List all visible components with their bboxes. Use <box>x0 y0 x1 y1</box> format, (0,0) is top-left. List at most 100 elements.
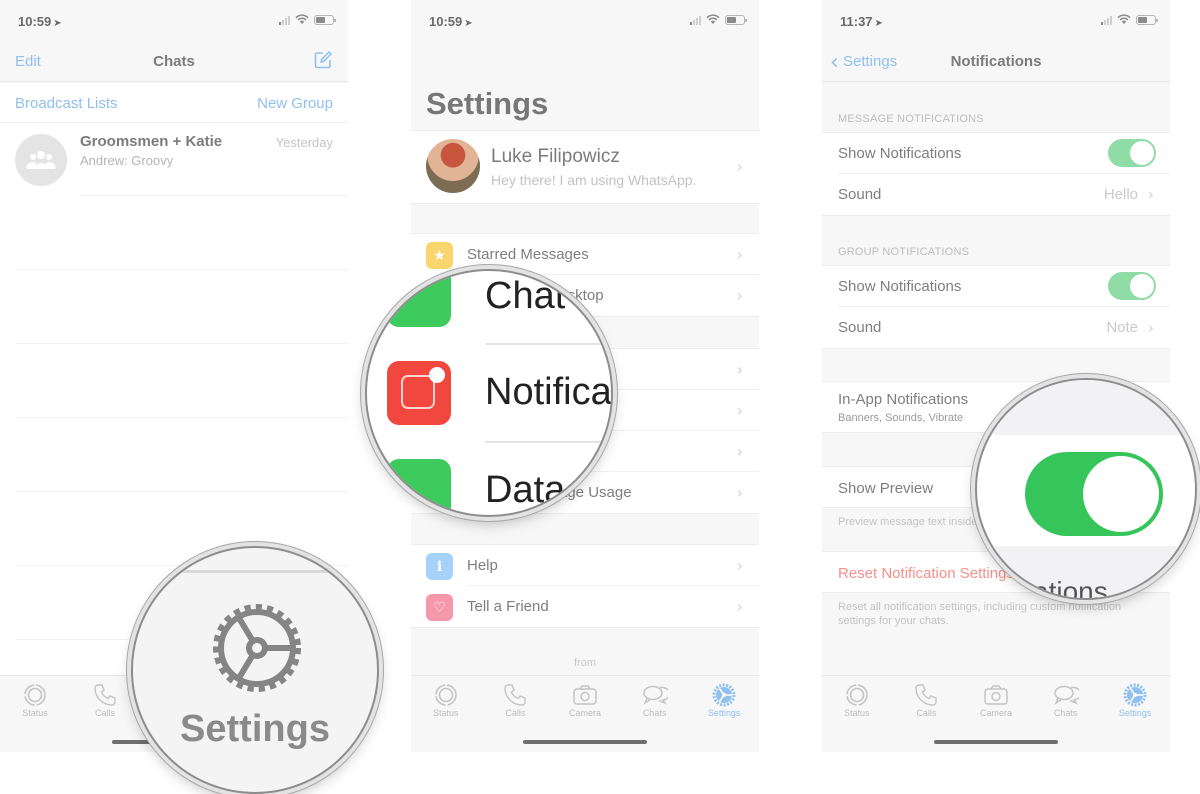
chat-row[interactable]: Groomsmen + Katie Andrew: Groovy Yesterd… <box>0 123 348 196</box>
tab-calls[interactable]: Calls <box>485 682 545 718</box>
sound-value: Hello <box>1103 186 1138 203</box>
wifi-icon <box>1117 14 1131 24</box>
group-avatar <box>15 134 67 186</box>
chevron-right-icon: › <box>1147 185 1154 204</box>
chat-preview: Andrew: Groovy <box>80 153 174 168</box>
calls-icon <box>504 684 527 706</box>
signal-icon <box>690 15 701 25</box>
status-icon <box>434 684 457 706</box>
settings-item-tell-friend[interactable]: ♡ Tell a Friend › <box>411 586 759 627</box>
page-title: Settings <box>426 86 549 121</box>
broadcast-lists-link[interactable]: Broadcast Lists <box>15 95 118 112</box>
group-show-notifications-row: Show Notifications <box>822 266 1170 307</box>
signal-icon <box>279 15 290 25</box>
tab-calls[interactable]: Calls <box>75 682 135 718</box>
status-bar: 10:59 ➤ <box>411 0 759 40</box>
section-header: GROUP NOTIFICATIONS <box>838 246 970 258</box>
magnifier-notifications-item: Chat Notifica Data <box>365 269 613 517</box>
settings-item-starred[interactable]: ★ Starred Messages › <box>411 234 759 275</box>
tab-settings[interactable]: Settings <box>1105 682 1165 718</box>
wifi-icon <box>295 14 309 24</box>
message-show-notifications-toggle[interactable] <box>1108 139 1156 167</box>
chevron-right-icon: › <box>736 597 743 616</box>
empty-row <box>15 270 348 344</box>
group-notifications-group: Show Notifications Sound Note › <box>822 265 1170 349</box>
tab-bar: Status Calls Camera Chats Settings <box>822 675 1170 752</box>
settings-group-3: i Help › ♡ Tell a Friend › <box>411 544 759 628</box>
chevron-right-icon: › <box>736 245 743 264</box>
settings-item-help[interactable]: i Help › <box>411 545 759 586</box>
avatar <box>426 139 480 193</box>
compose-button[interactable] <box>313 50 333 75</box>
battery-icon <box>1136 14 1158 25</box>
tab-settings[interactable]: Settings <box>694 682 754 718</box>
notification-icon <box>387 361 451 425</box>
battery-icon <box>314 14 336 25</box>
settings-icon <box>213 604 301 692</box>
chevron-right-icon: › <box>736 286 743 305</box>
tab-camera[interactable]: Camera <box>966 682 1026 718</box>
tab-calls[interactable]: Calls <box>896 682 956 718</box>
nav-bar: ‹ Settings Notifications <box>822 40 1170 82</box>
tab-status[interactable]: Status <box>5 682 65 718</box>
section-header: MESSAGE NOTIFICATIONS <box>838 113 984 125</box>
tab-status[interactable]: Status <box>827 682 887 718</box>
chevron-right-icon: › <box>736 401 743 420</box>
empty-row <box>15 418 348 492</box>
new-group-link[interactable]: New Group <box>257 95 333 112</box>
tab-chats[interactable]: Chats <box>1036 682 1096 718</box>
message-sound-row[interactable]: Sound Hello › <box>822 174 1170 215</box>
status-time: 11:37 <box>840 14 873 29</box>
sound-value: Note <box>1106 319 1138 336</box>
status-icon <box>24 684 46 706</box>
page-title: Notifications <box>950 53 1042 70</box>
message-notifications-group: Show Notifications Sound Hello › <box>822 132 1170 216</box>
compose-icon <box>314 50 333 69</box>
signal-icon <box>1101 15 1112 25</box>
tab-camera[interactable]: Camera <box>555 682 615 718</box>
location-icon: ➤ <box>53 18 62 29</box>
chevron-right-icon: › <box>736 360 743 379</box>
calls-icon <box>915 684 938 706</box>
chevron-right-icon: › <box>736 483 743 502</box>
chevron-right-icon: › <box>736 157 743 176</box>
whatsapp-icon <box>387 271 451 327</box>
battery-icon <box>725 14 747 25</box>
magnified-toggle <box>1025 452 1163 536</box>
chats-subbar: Broadcast Lists New Group <box>0 83 348 123</box>
reset-note: Reset all notification settings, includi… <box>838 601 1122 627</box>
status-bar: 10:59 ➤ <box>0 0 348 40</box>
home-indicator <box>523 740 647 744</box>
profile-name: Luke Filipowicz <box>491 146 620 167</box>
calls-icon <box>94 684 116 706</box>
tab-bar: Status Calls Camera Chats Settings <box>411 675 759 752</box>
magnifier-settings-tab: Settings <box>131 546 379 794</box>
chats-icon <box>642 685 668 705</box>
chat-name: Groomsmen + Katie <box>80 133 223 150</box>
chevron-right-icon: › <box>736 556 743 575</box>
status-icon <box>845 684 868 706</box>
star-icon: ★ <box>426 242 453 269</box>
nav-bar: Edit Chats <box>0 40 348 82</box>
status-time: 10:59 <box>429 14 463 29</box>
notifications-screen: 11:37 ➤ ‹ Settings Notifications MESSAGE … <box>822 0 1170 752</box>
empty-row <box>15 344 348 418</box>
status-time: 10:59 <box>18 14 52 29</box>
page-title: Chats <box>153 53 195 70</box>
chevron-right-icon: › <box>1147 318 1154 337</box>
tab-status[interactable]: Status <box>416 682 476 718</box>
info-icon: i <box>426 553 453 580</box>
location-icon: ➤ <box>464 18 473 29</box>
message-show-notifications-row: Show Notifications <box>822 133 1170 174</box>
settings-icon <box>712 683 736 707</box>
heart-icon: ♡ <box>426 594 453 621</box>
tab-chats[interactable]: Chats <box>625 682 685 718</box>
group-show-notifications-toggle[interactable] <box>1108 272 1156 300</box>
profile-row[interactable]: Luke Filipowicz Hey there! I am using Wh… <box>411 130 759 204</box>
location-icon: ➤ <box>874 18 883 29</box>
settings-icon <box>1123 683 1147 707</box>
camera-icon <box>984 685 1008 705</box>
group-sound-row[interactable]: Sound Note › <box>822 307 1170 348</box>
chats-icon <box>1053 685 1079 705</box>
chat-date: Yesterday <box>275 135 333 150</box>
